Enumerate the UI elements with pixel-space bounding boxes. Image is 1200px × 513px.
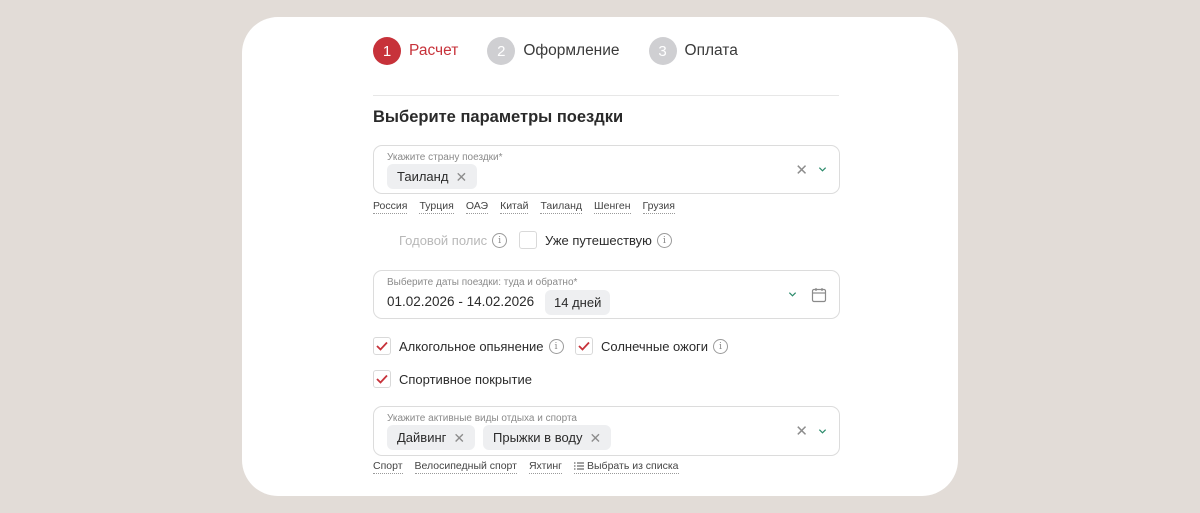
alcohol-checkbox[interactable]: [373, 337, 391, 355]
info-icon[interactable]: i: [548, 338, 564, 354]
step-payment[interactable]: 3 Оплата: [648, 37, 738, 65]
suggestion-link[interactable]: Яхтинг: [528, 460, 562, 474]
activity-suggestions: Спорт Велосипедный спорт Яхтинг Выбрать …: [373, 460, 691, 474]
info-icon[interactable]: i: [713, 338, 729, 354]
step-registration[interactable]: 2 Оформление: [487, 37, 620, 65]
clear-icon[interactable]: ✕: [795, 422, 808, 440]
divider: [373, 95, 839, 96]
checkmark-icon: [376, 341, 388, 351]
sunburn-option[interactable]: Солнечные ожоги i: [575, 337, 729, 355]
chevron-down-icon[interactable]: [818, 427, 827, 436]
stepper: 1 Расчет 2 Оформление 3 Оплата: [373, 37, 767, 65]
field-controls: ✕: [795, 161, 827, 179]
activities-select[interactable]: Укажите активные виды отдыха и спорта Да…: [373, 406, 840, 456]
chevron-down-icon[interactable]: [818, 165, 827, 174]
chip-remove-icon[interactable]: ✕: [455, 170, 467, 184]
country-field-label: Укажите страну поездки*: [387, 152, 503, 163]
info-icon[interactable]: i: [656, 232, 672, 248]
step-label: Оплата: [684, 42, 738, 59]
list-icon: [574, 462, 584, 470]
sport-coverage-label: Спортивное покрытие: [399, 371, 532, 387]
select-from-list-link[interactable]: Выбрать из списка: [574, 460, 679, 474]
step-number: 1: [373, 37, 401, 65]
sunburn-label: Солнечные ожоги: [601, 338, 709, 354]
step-label: Расчет: [409, 42, 459, 59]
chip-label: Прыжки в воду: [493, 430, 583, 445]
suggestion-link[interactable]: Грузия: [642, 200, 675, 214]
suggestion-link[interactable]: Россия: [373, 200, 408, 214]
form-card: 1 Расчет 2 Оформление 3 Оплата Выберите …: [242, 17, 958, 496]
suggestion-link[interactable]: ОАЭ: [465, 200, 489, 214]
step-number: 2: [487, 37, 516, 65]
alcohol-option[interactable]: Алкогольное опьянение i: [373, 337, 564, 355]
dates-field-label: Выберите даты поездки: туда и обратно*: [387, 277, 578, 288]
country-chip: Таиланд ✕: [387, 164, 478, 189]
dates-value: 01.02.2026 - 14.02.2026: [387, 294, 535, 309]
suggestion-link[interactable]: Спорт: [373, 460, 403, 474]
annual-policy-checkbox[interactable]: [373, 231, 391, 249]
sport-coverage-option[interactable]: Спортивное покрытие: [373, 370, 532, 388]
sport-coverage-checkbox[interactable]: [373, 370, 391, 388]
annual-policy-label: Годовой полис: [399, 232, 488, 248]
sunburn-checkbox[interactable]: [575, 337, 593, 355]
country-select[interactable]: Укажите страну поездки* Таиланд ✕ ✕: [373, 145, 840, 194]
country-suggestions: Россия Турция ОАЭ Китай Таиланд Шенген Г…: [373, 200, 687, 214]
chip-label: Дайвинг: [397, 430, 447, 445]
alcohol-label: Алкогольное опьянение: [399, 338, 544, 354]
select-from-list-label: Выбрать из списка: [587, 460, 679, 472]
already-traveling-label: Уже путешествую: [545, 232, 652, 248]
checkmark-icon: [578, 341, 590, 351]
field-controls: ✕: [795, 422, 827, 440]
suggestion-link[interactable]: Китай: [500, 200, 529, 214]
activities-field-label: Укажите активные виды отдыха и спорта: [387, 413, 577, 424]
suggestion-link[interactable]: Шенген: [594, 200, 631, 214]
suggestion-link[interactable]: Велосипедный спорт: [414, 460, 517, 474]
checkmark-icon: [376, 374, 388, 384]
field-controls: [788, 287, 827, 303]
step-calculation[interactable]: 1 Расчет: [373, 37, 458, 65]
suggestion-link[interactable]: Турция: [419, 200, 454, 214]
already-traveling-checkbox[interactable]: [519, 231, 537, 249]
trip-dates-field[interactable]: Выберите даты поездки: туда и обратно* 0…: [373, 270, 840, 319]
suggestion-link[interactable]: Таиланд: [540, 200, 583, 214]
activity-chip: Прыжки в воду ✕: [483, 425, 612, 450]
calendar-icon[interactable]: [811, 287, 827, 303]
annual-policy-option[interactable]: Годовой полис i: [373, 231, 508, 249]
step-number: 3: [648, 37, 677, 65]
info-icon[interactable]: i: [492, 232, 508, 248]
clear-icon[interactable]: ✕: [795, 161, 808, 179]
chip-remove-icon[interactable]: ✕: [453, 431, 465, 445]
duration-badge: 14 дней: [545, 290, 611, 315]
section-title: Выберите параметры поездки: [373, 108, 624, 126]
activity-chip: Дайвинг ✕: [387, 425, 476, 450]
chip-remove-icon[interactable]: ✕: [589, 431, 601, 445]
already-traveling-option[interactable]: Уже путешествую i: [519, 231, 672, 249]
chevron-down-icon[interactable]: [788, 290, 797, 299]
step-label: Оформление: [523, 42, 620, 59]
chip-label: Таиланд: [397, 169, 449, 184]
